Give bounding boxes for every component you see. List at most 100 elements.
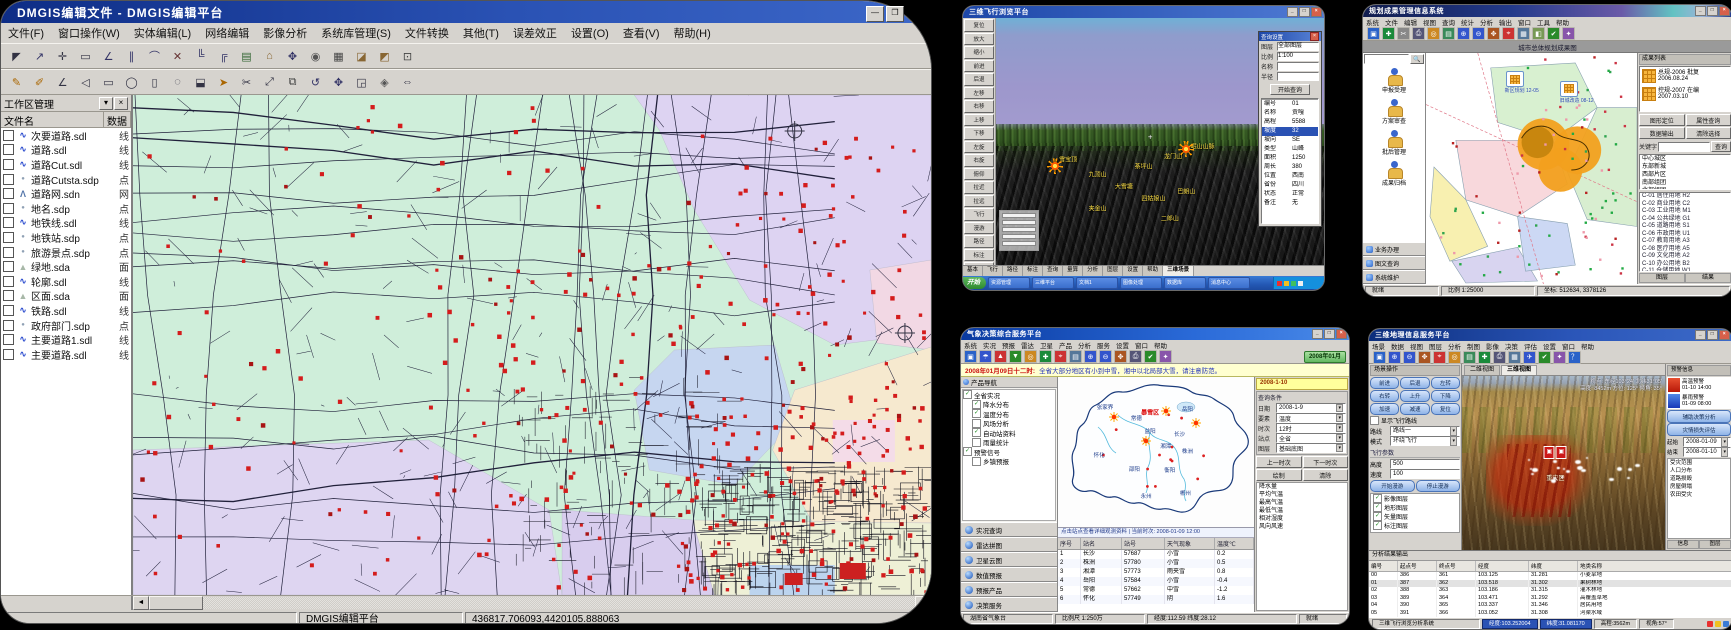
nav-button[interactable]: 决策服务 (961, 597, 1057, 612)
menu-item[interactable]: 文件(F) (1, 25, 51, 41)
toolbar-icon[interactable]: ✂ (1397, 27, 1410, 40)
layer-row[interactable]: 铁路.sdl 线 (1, 303, 131, 318)
nav-button[interactable]: 缩小 (964, 46, 994, 59)
task-button[interactable]: 资源管理 (988, 277, 1030, 289)
layer-checkbox[interactable] (3, 320, 14, 331)
table-row[interactable]: 04390365103.33731.346居民用地 (1369, 602, 1731, 610)
menu-item[interactable]: 评估 (1521, 341, 1540, 351)
parcel-item[interactable]: C-10 办公用地 B2 (1640, 261, 1730, 269)
column-header[interactable]: 地类名称 (1578, 561, 1731, 571)
tree-item[interactable]: 乡镇预报 (963, 457, 1055, 467)
panel-tab[interactable]: 图层 (1639, 273, 1685, 283)
layer-checkbox[interactable] (3, 159, 14, 170)
result-row[interactable]: 状态正常 (1262, 190, 1318, 199)
column-header[interactable]: 经度 (1476, 561, 1529, 571)
task-button[interactable]: 文档1 (1076, 277, 1118, 289)
search-input[interactable] (1364, 54, 1409, 64)
mode-tab[interactable]: 图层 (1103, 266, 1123, 276)
result-row[interactable]: 坡度32 (1262, 127, 1318, 136)
table-row[interactable]: 6怀化57749阴1.6 (1058, 595, 1254, 604)
toolbar-icon[interactable]: ⊖ (1099, 350, 1112, 363)
element-item[interactable]: 相对湿度 (1257, 515, 1347, 523)
search-icon[interactable]: 🔍 (1410, 54, 1424, 64)
menu-item[interactable]: 文件 (1382, 17, 1401, 27)
toolbar-icon[interactable]: ╚ (190, 46, 211, 67)
nav-button[interactable]: 卫星云图 (961, 552, 1057, 567)
table-row[interactable]: 01387362103.51831.302果树林地 (1369, 580, 1731, 588)
minimize-icon[interactable]: _ (1287, 7, 1298, 17)
nav-button[interactable]: 标注 (964, 249, 994, 262)
maximize-icon[interactable]: □ (1299, 7, 1310, 17)
menu-item[interactable]: 设置 (1540, 341, 1559, 351)
panel-tab[interactable]: 图层 (1699, 540, 1731, 549)
field-input[interactable]: 全部图层 (1277, 42, 1319, 51)
menu-item[interactable]: 帮助(H) (667, 25, 718, 41)
task-button[interactable]: 数据库 (1164, 277, 1206, 289)
nav-button[interactable]: 左旋 (964, 141, 994, 154)
table-row[interactable]: 05391366103.05231.308河渠水域 (1369, 610, 1731, 618)
field-input[interactable]: 100 (1390, 469, 1460, 479)
project-callout[interactable]: 旧城改造 08-12 (1559, 81, 1579, 104)
toolbar-icon[interactable]: ➤ (213, 72, 234, 93)
document-item[interactable]: 控规-2007 在编2007.03.10 (1640, 85, 1730, 103)
toolbar-icon[interactable]: ✥ (1487, 27, 1500, 40)
start-button[interactable]: 开始 (963, 277, 986, 289)
view-tab-2d[interactable]: 二维视图 (1464, 365, 1500, 375)
parcel-item[interactable]: C-05 道路用地 S1 (1640, 223, 1730, 231)
minimize-icon[interactable]: _ (1695, 6, 1706, 16)
maximize-icon[interactable]: ❐ (886, 6, 904, 22)
toolbar-icon[interactable]: ▤ (1069, 350, 1082, 363)
table-row[interactable]: 5常德57662中雪-1.2 (1058, 586, 1254, 595)
toolbar-icon[interactable]: ✔ (1538, 351, 1551, 364)
result-row[interactable]: 高程5588 (1262, 118, 1318, 127)
menu-item[interactable]: 系统 (1363, 17, 1382, 27)
title-bar[interactable]: 规划成果管理信息系统 _□× (1363, 5, 1731, 17)
tree-item[interactable]: ✓ 温度分布 (963, 409, 1055, 419)
search-button[interactable]: 查询 (1711, 141, 1731, 152)
toolbar-icon[interactable]: ◧ (1532, 27, 1545, 40)
mode-tab[interactable]: 量算 (1063, 266, 1083, 276)
table-row[interactable]: 02388363103.18631.315灌木林地 (1369, 587, 1731, 595)
menu-item[interactable]: 编辑 (1401, 17, 1420, 27)
tree-item[interactable]: ✓ 自动站资料 (963, 428, 1055, 438)
layer-checkbox[interactable] (3, 144, 14, 155)
menu-item[interactable]: 误差效正 (506, 25, 564, 41)
tray-icon[interactable] (1723, 621, 1729, 627)
menu-item[interactable]: 决策 (1502, 341, 1521, 351)
group-bar[interactable]: 图文查询 (1363, 256, 1425, 270)
column-header[interactable]: 天气现象 (1165, 538, 1215, 549)
tree-checkbox[interactable]: ✓ (972, 409, 981, 418)
theme-item[interactable]: 受灾范围 (1668, 459, 1730, 467)
parcel-item[interactable]: C-09 文化用地 A2 (1640, 253, 1730, 261)
layer-checkbox[interactable] (3, 247, 14, 258)
toolbar-icon[interactable]: ⊕ (1388, 351, 1401, 364)
keyword-input[interactable] (1658, 142, 1710, 152)
mode-tab[interactable]: 路径 (1003, 266, 1023, 276)
nav-button[interactable]: 雷达拼图 (961, 537, 1057, 552)
form-dropdown[interactable]: 基础底图 (1276, 443, 1346, 453)
toolbar-icon[interactable]: ✕ (167, 46, 188, 67)
toolbar-icon[interactable]: ◤ (6, 46, 27, 67)
close-icon[interactable]: × (1310, 32, 1319, 41)
nav-button[interactable]: 左移 (964, 87, 994, 100)
nav-button[interactable]: 拉近 (964, 181, 994, 194)
menu-item[interactable]: 统计 (1458, 17, 1477, 27)
toolbar-icon[interactable]: ⇔ (397, 72, 418, 93)
toolbar-icon[interactable]: ◯ (121, 72, 142, 93)
toolbar-icon[interactable]: ▦ (1517, 27, 1530, 40)
menu-item[interactable]: 分析 (1477, 17, 1496, 27)
title-bar[interactable]: 气象决策综合服务平台 _□× (961, 328, 1349, 340)
workflow-item[interactable]: 申报受理 (1363, 65, 1425, 96)
toolbar-icon[interactable]: ✚ (1382, 27, 1395, 40)
layer-checkbox[interactable]: ✓ (1373, 521, 1382, 530)
layer-checkbox[interactable] (3, 305, 14, 316)
field-input[interactable]: 500 (1390, 459, 1460, 469)
decision-button[interactable]: 辅助决策分析 (1667, 410, 1731, 423)
toolbar-icon[interactable]: ▤ (1442, 27, 1455, 40)
nav-pill-button[interactable]: 上升 (1400, 390, 1429, 402)
toolbar-icon[interactable]: ✦ (1562, 27, 1575, 40)
menu-item[interactable]: 输出 (1496, 17, 1515, 27)
menu-item[interactable]: 制图 (1464, 341, 1483, 351)
result-row[interactable]: 坡向SE (1262, 136, 1318, 145)
time-dropdown[interactable]: 2008-01-09 (1683, 437, 1731, 447)
